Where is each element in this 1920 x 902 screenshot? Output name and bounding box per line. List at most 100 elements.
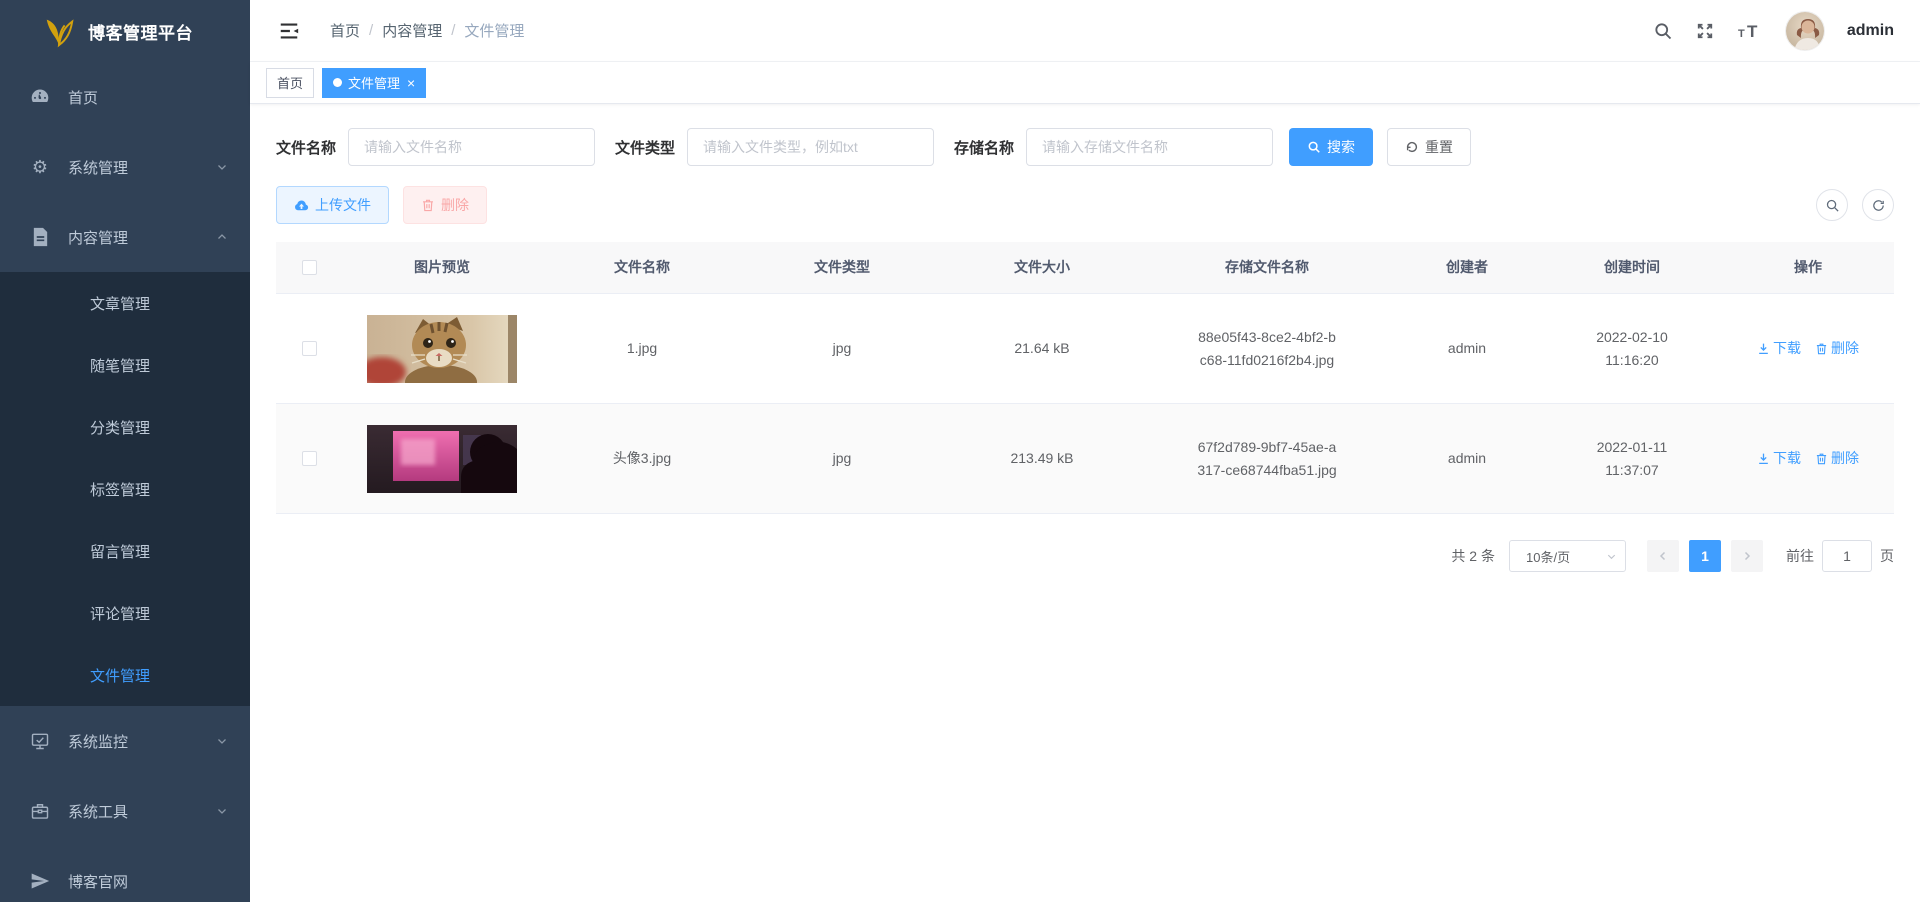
file-preview-image-cat bbox=[367, 315, 517, 383]
trash-icon bbox=[1815, 452, 1828, 465]
logo-leaf-icon bbox=[42, 14, 76, 48]
paper-plane-icon bbox=[28, 871, 52, 891]
row-delete-label: 删除 bbox=[1831, 447, 1859, 470]
column-header: 存储文件名称 bbox=[1142, 256, 1392, 279]
sidebar-item-label: 系统工具 bbox=[68, 801, 216, 822]
fullscreen-icon[interactable] bbox=[1695, 21, 1715, 41]
sidebar-item-content-management[interactable]: 内容管理 bbox=[0, 202, 250, 272]
next-page-button[interactable] bbox=[1731, 540, 1763, 572]
chevron-up-icon bbox=[216, 231, 228, 243]
tab-home[interactable]: 首页 bbox=[266, 68, 314, 98]
search-icon bbox=[1825, 198, 1840, 213]
page-size-select[interactable]: 10条/页 bbox=[1509, 540, 1626, 572]
refresh-table-button[interactable] bbox=[1862, 189, 1894, 221]
chevron-down-icon bbox=[216, 161, 228, 173]
briefcase-icon bbox=[28, 801, 52, 821]
file-name-label: 文件名称 bbox=[276, 137, 336, 158]
download-link-label: 下载 bbox=[1773, 337, 1801, 360]
sidebar-item-system-management[interactable]: ⚙ 系统管理 bbox=[0, 132, 250, 202]
column-header: 操作 bbox=[1722, 256, 1894, 279]
file-name-input[interactable] bbox=[348, 128, 595, 166]
page-number-button[interactable]: 1 bbox=[1689, 540, 1721, 572]
gear-icon: ⚙ bbox=[28, 157, 52, 178]
document-icon bbox=[28, 227, 52, 247]
column-header: 文件类型 bbox=[742, 256, 942, 279]
monitor-icon bbox=[28, 731, 52, 751]
prev-page-button[interactable] bbox=[1647, 540, 1679, 572]
sidebar-item-article-management[interactable]: 文章管理 bbox=[0, 272, 250, 334]
sidebar-item-tag-management[interactable]: 标签管理 bbox=[0, 458, 250, 520]
menu-fold-icon[interactable] bbox=[278, 20, 300, 42]
download-link[interactable]: 下载 bbox=[1757, 337, 1801, 360]
row-checkbox[interactable] bbox=[302, 341, 317, 356]
sidebar-menu: 首页 ⚙ 系统管理 内容管理 文章管理 随笔管理 bbox=[0, 62, 250, 902]
tab-file-management[interactable]: 文件管理 × bbox=[322, 68, 426, 98]
avatar-image bbox=[1786, 12, 1825, 51]
table-header-row: 图片预览 文件名称 文件类型 文件大小 存储文件名称 创建者 创建时间 操作 bbox=[276, 242, 1894, 294]
toggle-search-button[interactable] bbox=[1816, 189, 1848, 221]
sidebar-item-file-management[interactable]: 文件管理 bbox=[0, 644, 250, 706]
dashboard-icon bbox=[28, 87, 52, 107]
column-header: 创建时间 bbox=[1542, 256, 1722, 279]
logo[interactable]: 博客管理平台 bbox=[0, 0, 250, 62]
sidebar-item-message-management[interactable]: 留言管理 bbox=[0, 520, 250, 582]
cell-creator: admin bbox=[1392, 337, 1542, 360]
font-size-icon[interactable]: TT bbox=[1737, 21, 1763, 41]
search-icon[interactable] bbox=[1653, 21, 1673, 41]
reset-button[interactable]: 重置 bbox=[1387, 128, 1471, 166]
sidebar-item-system-monitor[interactable]: 系统监控 bbox=[0, 706, 250, 776]
download-link-label: 下载 bbox=[1773, 447, 1801, 470]
cell-file-size: 21.64 kB bbox=[942, 337, 1142, 360]
row-delete-link[interactable]: 删除 bbox=[1815, 447, 1859, 470]
file-type-input[interactable] bbox=[687, 128, 934, 166]
row-delete-link[interactable]: 删除 bbox=[1815, 337, 1859, 360]
sidebar-item-label: 博客官网 bbox=[68, 871, 228, 892]
storage-name-label: 存储名称 bbox=[954, 137, 1014, 158]
sidebar-item-label: 系统管理 bbox=[68, 157, 216, 178]
upload-file-button[interactable]: 上传文件 bbox=[276, 186, 389, 224]
search-button-label: 搜索 bbox=[1327, 137, 1355, 157]
sidebar: 博客管理平台 首页 ⚙ 系统管理 内容管理 bbox=[0, 0, 250, 902]
main-area: 首页 / 内容管理 / 文件管理 TT bbox=[250, 0, 1920, 902]
cell-file-type: jpg bbox=[742, 447, 942, 470]
storage-name-input[interactable] bbox=[1026, 128, 1273, 166]
sidebar-item-system-tools[interactable]: 系统工具 bbox=[0, 776, 250, 846]
breadcrumb-home[interactable]: 首页 bbox=[330, 20, 360, 41]
goto-label: 前往 bbox=[1786, 546, 1814, 566]
cell-storage-name: 67f2d789-9bf7-45ae-a 317-ce68744fba51.jp… bbox=[1142, 436, 1392, 482]
sidebar-item-home[interactable]: 首页 bbox=[0, 62, 250, 132]
breadcrumb: 首页 / 内容管理 / 文件管理 bbox=[330, 20, 524, 41]
page-content: 文件名称 文件类型 存储名称 搜索 重置 bbox=[250, 104, 1920, 902]
page-size-value: 10条/页 bbox=[1526, 547, 1570, 566]
table-row: 头像3.jpg jpg 213.49 kB 67f2d789-9bf7-45ae… bbox=[276, 404, 1894, 514]
goto-page-input[interactable] bbox=[1822, 540, 1872, 572]
avatar[interactable] bbox=[1785, 11, 1825, 51]
select-all-checkbox[interactable] bbox=[302, 260, 317, 275]
search-button[interactable]: 搜索 bbox=[1289, 128, 1373, 166]
topbar-actions: TT admin bbox=[1653, 11, 1894, 51]
cell-created-time: 2022-01-11 11:37:07 bbox=[1542, 436, 1722, 482]
sidebar-item-label: 系统监控 bbox=[68, 731, 216, 752]
download-link[interactable]: 下载 bbox=[1757, 447, 1801, 470]
upload-button-label: 上传文件 bbox=[315, 195, 371, 215]
row-delete-label: 删除 bbox=[1831, 337, 1859, 360]
cell-file-size: 213.49 kB bbox=[942, 447, 1142, 470]
row-checkbox[interactable] bbox=[302, 451, 317, 466]
close-icon[interactable]: × bbox=[407, 76, 415, 90]
sidebar-item-label: 内容管理 bbox=[68, 227, 216, 248]
sidebar-item-essay-management[interactable]: 随笔管理 bbox=[0, 334, 250, 396]
page-unit-label: 页 bbox=[1880, 546, 1894, 566]
tabbar: 首页 文件管理 × bbox=[250, 62, 1920, 104]
sidebar-item-comment-management[interactable]: 评论管理 bbox=[0, 582, 250, 644]
username[interactable]: admin bbox=[1847, 22, 1894, 40]
refresh-icon bbox=[1405, 140, 1419, 154]
delete-button[interactable]: 删除 bbox=[403, 186, 487, 224]
sidebar-item-blog-site[interactable]: 博客官网 bbox=[0, 846, 250, 902]
active-dot-icon bbox=[333, 78, 342, 87]
sidebar-item-label: 首页 bbox=[68, 87, 228, 108]
sidebar-item-category-management[interactable]: 分类管理 bbox=[0, 396, 250, 458]
breadcrumb-file-management: 文件管理 bbox=[464, 20, 524, 41]
breadcrumb-content-management[interactable]: 内容管理 bbox=[382, 20, 442, 41]
table-row: 1.jpg jpg 21.64 kB 88e05f43-8ce2-4bf2-b … bbox=[276, 294, 1894, 404]
cell-file-type: jpg bbox=[742, 337, 942, 360]
